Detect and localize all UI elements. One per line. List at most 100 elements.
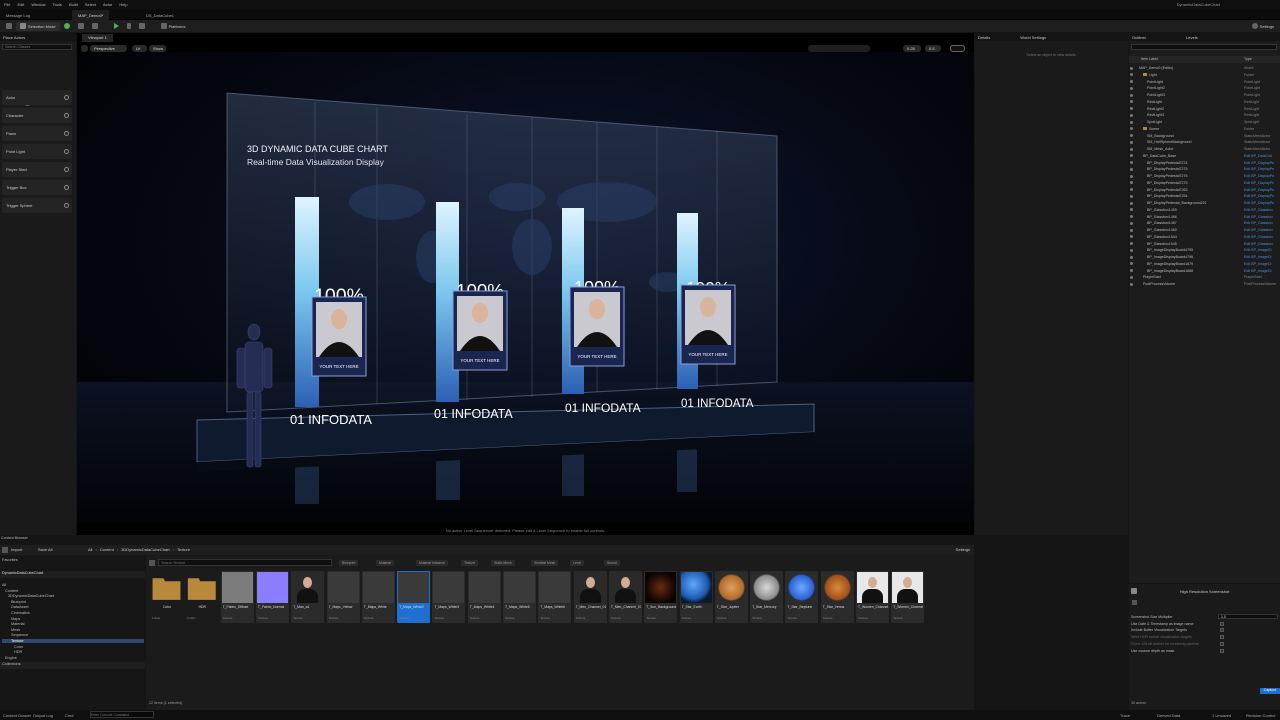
document-tab[interactable]: Message Log: [0, 10, 36, 20]
place-actor-item[interactable]: Player Start: [2, 162, 72, 177]
option-checkbox[interactable]: [1220, 635, 1224, 640]
visibility-icon[interactable]: [1130, 73, 1133, 77]
outliner-type[interactable]: Edit BP_ImageDi: [1244, 269, 1271, 273]
asset-tile[interactable]: T_Maps_White3 Texture: [432, 571, 466, 623]
visibility-icon[interactable]: [1130, 201, 1133, 205]
visibility-icon[interactable]: [1130, 282, 1133, 286]
option-checkbox[interactable]: [1220, 648, 1224, 653]
breadcrumb-item[interactable]: 3DDynamicDataCubeChart: [121, 547, 169, 552]
visibility-icon[interactable]: [1130, 134, 1133, 138]
place-actor-item[interactable]: Trigger Sphere: [2, 198, 72, 213]
help-icon[interactable]: [64, 149, 69, 154]
asset-tile[interactable]: T_Star_Venus Texture: [820, 571, 854, 623]
level-viewport[interactable]: Perspective Lit Show 0.25 0.5 3D DYNAMIC…: [77, 33, 974, 535]
visibility-icon[interactable]: [1130, 86, 1133, 90]
import-button[interactable]: Import: [11, 547, 22, 552]
help-icon[interactable]: [64, 113, 69, 118]
outliner-type[interactable]: Edit BP_ImageDi: [1244, 262, 1271, 266]
outliner-row[interactable]: PostProcessVolume PostProcessVolume: [1129, 282, 1280, 289]
capture-region-icon[interactable]: [1132, 600, 1137, 605]
folder-tree-item[interactable]: Material: [2, 622, 25, 626]
viewport-tab[interactable]: Viewport 1: [82, 34, 113, 42]
content-drawer-button[interactable]: Content Drawer: [3, 713, 31, 718]
asset-tile[interactable]: T_Fabric_Diffuse Texture: [220, 571, 254, 623]
document-tab[interactable]: DS_DataCube1: [140, 10, 180, 20]
asset-tile[interactable]: T_Star_Earth Texture: [679, 571, 713, 623]
folder-tree-item[interactable]: 3DDynamicDataCubeChart: [2, 594, 54, 598]
folder-tree-item[interactable]: Blueprint: [2, 600, 26, 604]
asset-tile[interactable]: T_Maps_Yellow Texture: [326, 571, 360, 623]
filter-chip[interactable]: Material: [376, 560, 395, 566]
visibility-icon[interactable]: [1130, 221, 1133, 225]
asset-tile[interactable]: T_Maps_White5 Texture: [503, 571, 536, 623]
document-tab[interactable]: MAP_Demo0*: [72, 10, 110, 20]
outliner-type[interactable]: Edit BP_DisplayPe: [1244, 161, 1274, 165]
transform-tools[interactable]: [808, 45, 870, 52]
outliner-type[interactable]: Edit BP_DisplayPe: [1244, 181, 1274, 185]
outliner-type[interactable]: Edit BP_DisplayPe: [1244, 194, 1274, 198]
filter-chip[interactable]: Blueprint: [339, 560, 359, 566]
visibility-icon[interactable]: [1130, 140, 1133, 144]
outliner-type[interactable]: Edit BP_DisplayPe: [1244, 167, 1274, 171]
outliner-type[interactable]: Edit BP_ImageDi: [1244, 248, 1271, 252]
visibility-icon[interactable]: [1130, 188, 1133, 192]
mode-selector[interactable]: Selection Mode: [16, 21, 60, 31]
filter-chip[interactable]: Static Mesh: [491, 560, 515, 566]
menu-item[interactable]: Window: [31, 2, 45, 7]
filter-chip[interactable]: Skeletal Mesh: [531, 560, 559, 566]
outliner-type[interactable]: Edit BP_Glassbox: [1244, 242, 1273, 246]
favorites-header[interactable]: Favorites: [0, 558, 145, 564]
visibility-icon[interactable]: [1130, 113, 1133, 117]
details-tab[interactable]: Details: [978, 35, 990, 40]
menu-item[interactable]: Help: [119, 2, 127, 7]
visibility-icon[interactable]: [1130, 255, 1133, 259]
filter-chip[interactable]: Material Instance: [416, 560, 448, 566]
revision-control-button[interactable]: Revision Control: [1246, 713, 1275, 718]
outliner-type[interactable]: Edit BP_DisplayPe: [1244, 201, 1274, 205]
visibility-icon[interactable]: [1130, 167, 1133, 171]
place-actor-item[interactable]: Character: [2, 108, 72, 123]
folder-tree-item[interactable]: Engine: [2, 656, 17, 660]
outliner-type[interactable]: Edit BP_Glassbox: [1244, 228, 1273, 232]
multiplier-input[interactable]: 1.0: [1218, 614, 1278, 619]
outliner-type[interactable]: Edit BP_DisplayPe: [1244, 174, 1274, 178]
camera-speed-button[interactable]: 0.25: [903, 45, 921, 52]
levels-tab[interactable]: Levels: [1186, 35, 1198, 40]
menu-item[interactable]: Select: [85, 2, 96, 7]
menu-item[interactable]: Edit: [17, 2, 24, 7]
place-actor-item[interactable]: Pawn: [2, 126, 72, 141]
asset-tile[interactable]: T_Men_Channel_03 Texture: [608, 571, 642, 623]
asset-tile[interactable]: T_Sun_Background Texture: [644, 571, 678, 623]
visibility-icon[interactable]: [1130, 127, 1133, 131]
outliner-type[interactable]: Edit BP_DisplayPe: [1244, 188, 1274, 192]
console-input[interactable]: [90, 711, 154, 718]
visibility-icon[interactable]: [1130, 208, 1133, 212]
asset-tile[interactable]: T_Star_Mercury Texture: [750, 571, 784, 623]
visibility-icon[interactable]: [1130, 107, 1133, 111]
visibility-icon[interactable]: [1130, 235, 1133, 239]
blueprint-button[interactable]: [74, 22, 88, 31]
add-icon[interactable]: [2, 547, 8, 553]
visibility-icon[interactable]: [1130, 228, 1133, 232]
output-log-button[interactable]: Output Log: [33, 713, 53, 718]
derived-data-button[interactable]: Derived Data: [1157, 713, 1180, 718]
help-icon[interactable]: [64, 167, 69, 172]
breadcrumb-item[interactable]: All: [88, 547, 92, 552]
menu-item[interactable]: Tools: [53, 2, 62, 7]
asset-tile[interactable]: T_Fabric_Normal Texture: [255, 571, 289, 623]
help-icon[interactable]: [64, 185, 69, 190]
folder-tree-item[interactable]: Cinematics: [2, 611, 30, 615]
folder-tree-item[interactable]: Sequence: [2, 633, 28, 637]
folder-tree-item[interactable]: All: [2, 583, 6, 587]
visibility-icon[interactable]: [1130, 80, 1133, 84]
perspective-button[interactable]: Perspective: [90, 45, 127, 52]
asset-tile[interactable]: T_Man_a1 Texture: [291, 571, 325, 623]
save-icon[interactable]: [2, 22, 16, 31]
asset-tile[interactable]: T_Star_Neptune Texture: [785, 571, 819, 623]
visibility-icon[interactable]: [1130, 248, 1133, 252]
asset-tile[interactable]: Color Folder: [150, 571, 183, 623]
option-checkbox[interactable]: [1220, 621, 1224, 626]
menu-item[interactable]: File: [4, 2, 10, 7]
pause-button[interactable]: [123, 22, 135, 31]
filter-chip[interactable]: Texture: [461, 560, 479, 566]
